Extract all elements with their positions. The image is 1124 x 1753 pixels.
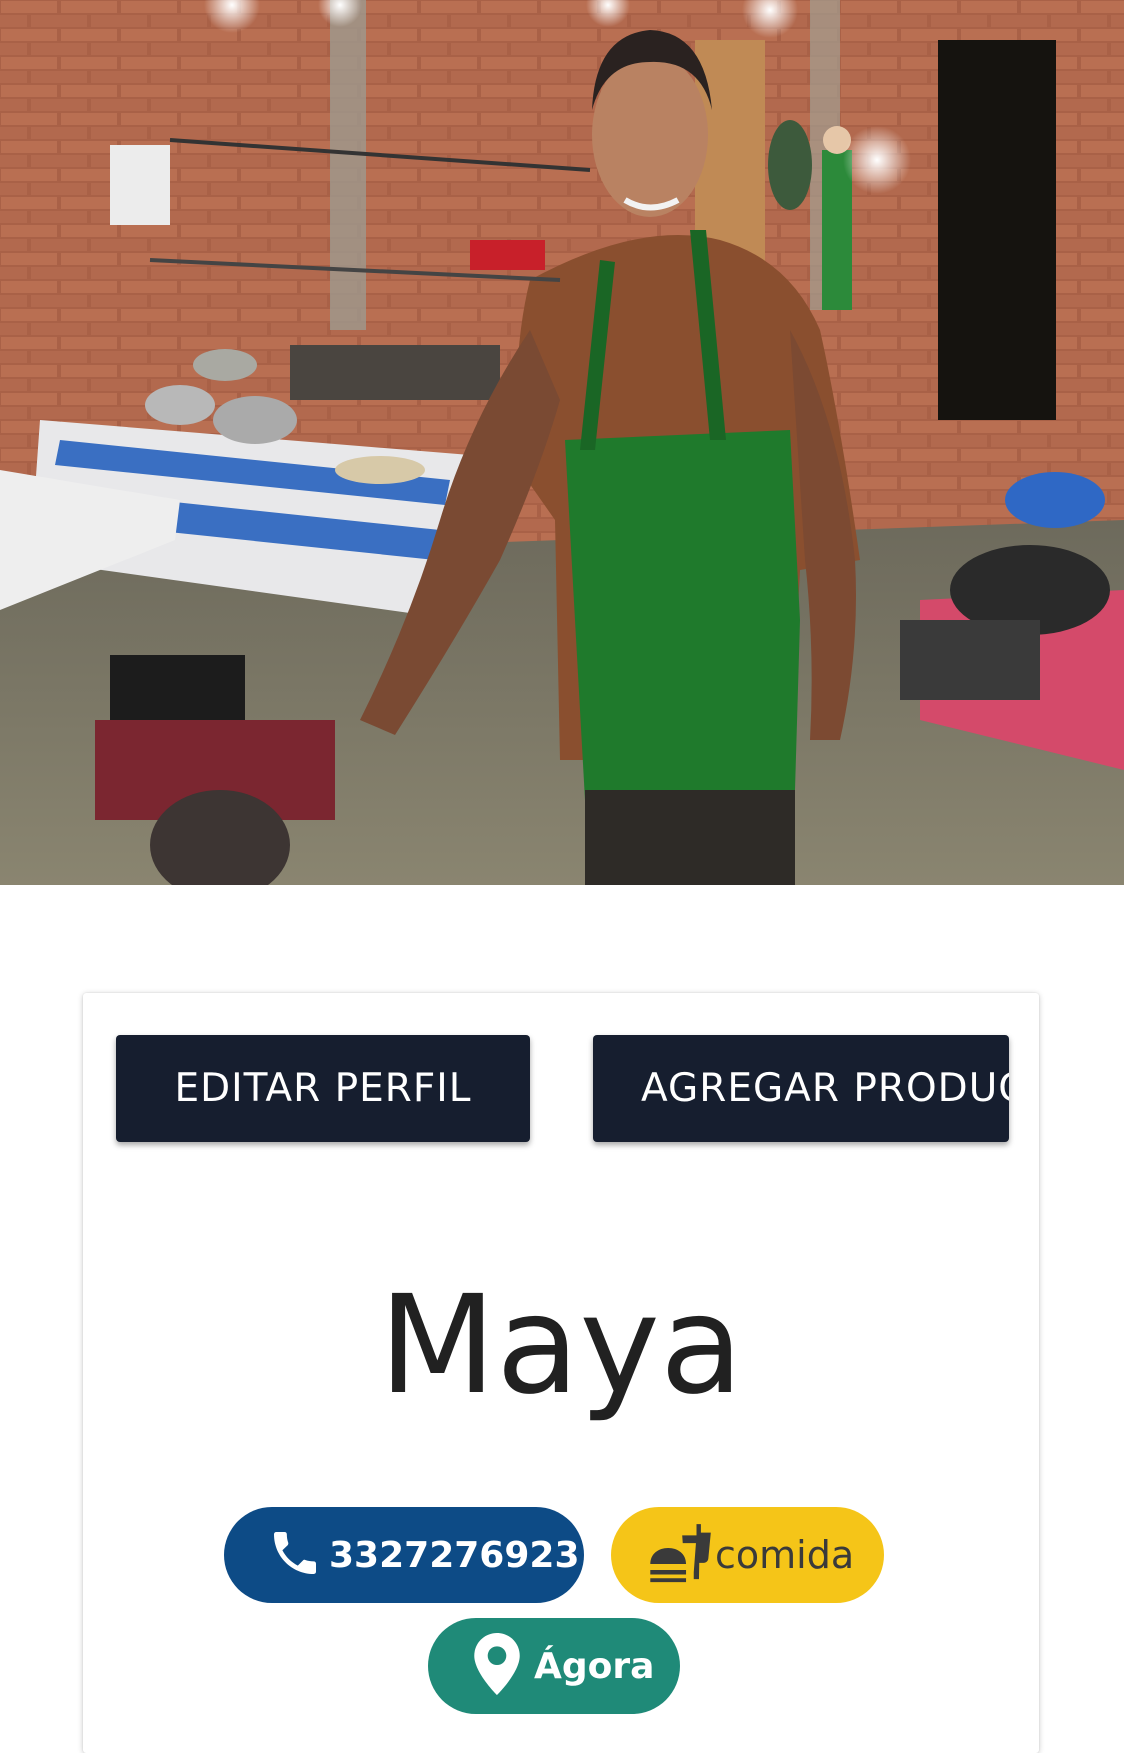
category-chip[interactable]: comida — [611, 1507, 884, 1603]
phone-number: 3327276923 — [329, 1534, 580, 1576]
location-chip[interactable]: Ágora — [428, 1618, 680, 1714]
edit-profile-button[interactable]: EDITAR PERFIL — [116, 1035, 530, 1142]
phone-chip[interactable]: 3327276923 — [224, 1507, 584, 1603]
add-product-button[interactable]: AGREGAR PRODUC — [593, 1035, 1009, 1142]
category-label: comida — [715, 1533, 855, 1577]
phone-icon — [267, 1525, 323, 1585]
fastfood-icon — [647, 1520, 713, 1590]
location-label: Ágora — [534, 1645, 655, 1687]
edit-profile-label: EDITAR PERFIL — [174, 1066, 472, 1111]
add-product-label: AGREGAR PRODUC — [641, 1066, 1009, 1111]
profile-card: EDITAR PERFIL AGREGAR PRODUC Maya 332727… — [83, 993, 1039, 1753]
profile-name: Maya — [378, 1267, 744, 1425]
map-pin-icon — [472, 1633, 522, 1699]
cover-photo — [0, 0, 1124, 885]
